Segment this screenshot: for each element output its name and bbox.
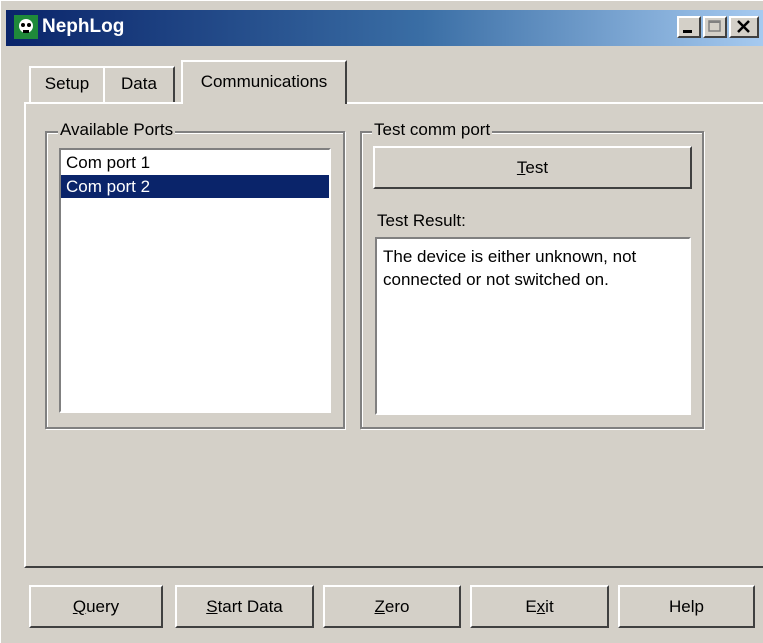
exit-button[interactable]: Exit [470,585,609,628]
exit-label-end: it [545,597,554,616]
close-button[interactable] [729,16,759,38]
zero-accel: Z [374,597,385,616]
test-button[interactable]: Test [373,146,692,189]
zero-button[interactable]: Zero [323,585,461,628]
minimize-icon [683,30,692,33]
query-label: uery [86,597,120,616]
app-icon[interactable] [14,15,38,39]
available-ports-legend: Available Ports [58,120,176,140]
start-data-button[interactable]: Start Data [175,585,314,628]
maximize-button[interactable] [703,16,727,38]
tab-setup[interactable]: Setup [29,66,105,102]
test-button-label: est [525,158,549,177]
tab-data[interactable]: Data [103,66,175,102]
maximize-icon [708,20,721,32]
exit-label-start: E [525,597,537,616]
window-title: NephLog [42,16,125,37]
tab-communications[interactable]: Communications [181,60,347,104]
start-data-accel: S [206,597,218,616]
test-comm-port-legend: Test comm port [372,120,493,140]
close-icon [737,20,750,33]
exit-accel: x [536,597,546,616]
list-item-com-port-1[interactable]: Com port 1 [61,151,329,174]
test-result-text: The device is either unknown, not connec… [383,247,637,289]
start-data-label: tart Data [217,597,283,616]
help-button[interactable]: Help [618,585,755,628]
query-accel: Q [72,597,87,616]
list-item-com-port-2[interactable]: Com port 2 [61,175,329,198]
test-result-label: Test Result: [377,211,466,230]
zero-label: ero [384,597,410,616]
minimize-button[interactable] [677,16,701,38]
test-result-textbox[interactable]: The device is either unknown, not connec… [375,237,691,415]
query-button[interactable]: Query [29,585,163,628]
